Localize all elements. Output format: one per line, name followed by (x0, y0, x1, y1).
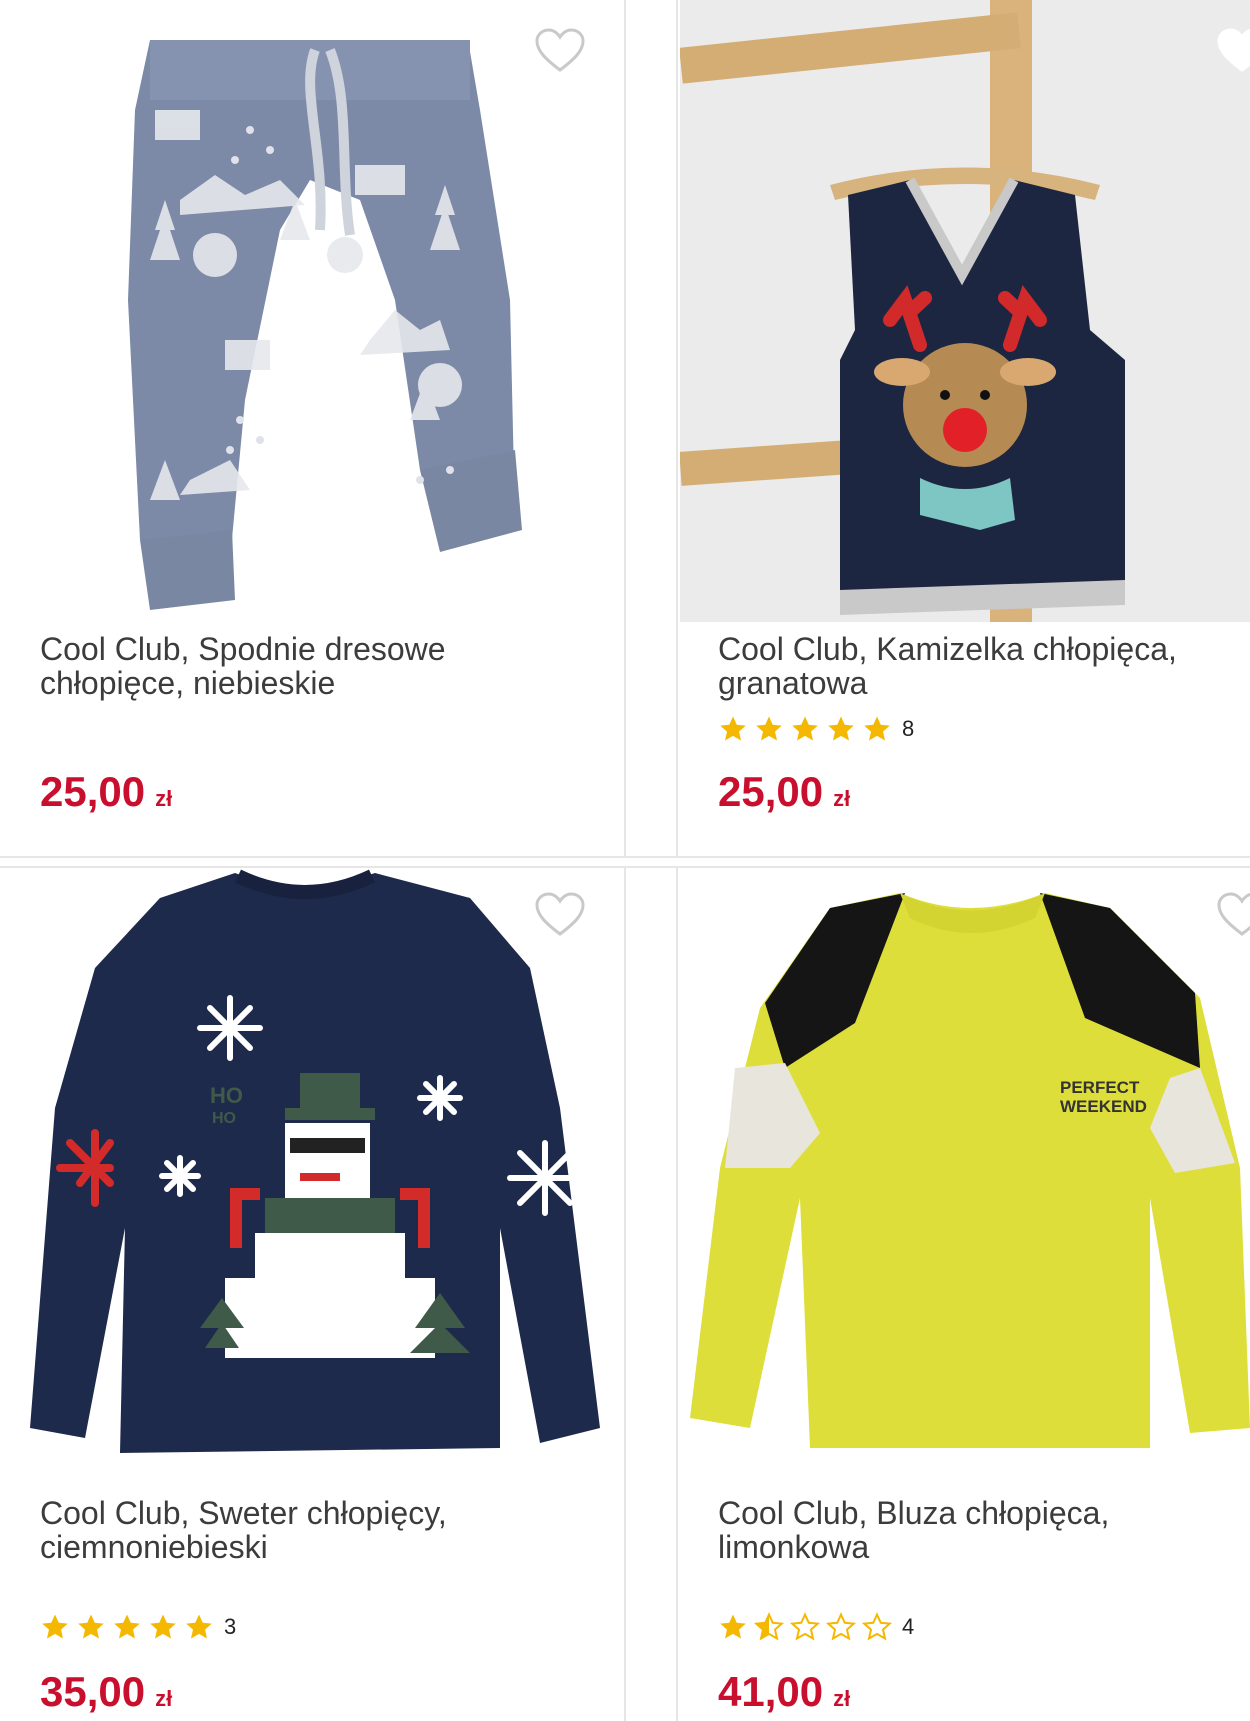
star-full-icon (150, 1614, 176, 1639)
price-currency: zł (155, 786, 173, 811)
product-card[interactable]: HO HO Cool Club, Sweter chłopięcy, ciemn… (0, 868, 624, 1721)
star-empty-icon (790, 1612, 820, 1641)
product-title-line: Cool Club, Sweter chłopięcy, (40, 1495, 447, 1531)
product-card[interactable]: Cool Club, Spodnie dresowe chłopięce, ni… (0, 0, 624, 856)
star-empty-icon (862, 1612, 892, 1641)
product-price: 35,00 zł (40, 1668, 172, 1716)
product-rating: 3 (40, 1610, 236, 1644)
star-full-icon (792, 716, 818, 741)
product-image[interactable]: PERFECT WEEKEND (680, 868, 1250, 1468)
star-full-icon (720, 716, 746, 741)
price-currency: zł (155, 1686, 173, 1711)
price-amount: 35,00 (40, 1668, 146, 1715)
heart-icon[interactable] (534, 892, 586, 938)
product-rating: 4 (718, 1610, 914, 1644)
product-title-line: limonkowa (718, 1529, 870, 1565)
star-full-icon (720, 1614, 746, 1639)
print-text: WEEKEND (1060, 1097, 1147, 1116)
product-title-line: granatowa (718, 665, 868, 701)
product-card[interactable]: Cool Club, Kamizelka chłopięca, granatow… (680, 0, 1250, 856)
heart-icon[interactable] (534, 28, 586, 74)
product-rating: 8 (718, 712, 914, 746)
star-full-icon (78, 1614, 104, 1639)
product-price: 25,00 zł (718, 768, 850, 816)
product-price: 41,00 zł (718, 1668, 850, 1716)
row-divider (0, 856, 1250, 868)
heart-icon[interactable] (1216, 28, 1250, 74)
star-empty-icon (826, 1612, 856, 1641)
star-full-icon (756, 716, 782, 741)
review-count: 4 (902, 1614, 915, 1639)
svg-text:HO: HO (212, 1110, 236, 1127)
price-amount: 25,00 (40, 768, 146, 815)
heart-icon[interactable] (1216, 892, 1250, 938)
review-count: 3 (224, 1614, 237, 1639)
svg-text:HO: HO (210, 1083, 243, 1108)
product-title[interactable]: Cool Club, Spodnie dresowe chłopięce, ni… (40, 632, 446, 700)
product-title[interactable]: Cool Club, Bluza chłopięca, limonkowa (718, 1496, 1109, 1564)
star-half-icon (754, 1612, 784, 1641)
price-amount: 41,00 (718, 1668, 824, 1715)
product-price: 25,00 zł (40, 768, 172, 816)
star-full-icon (114, 1614, 140, 1639)
star-full-icon (186, 1614, 212, 1639)
product-image[interactable] (0, 0, 624, 622)
product-title[interactable]: Cool Club, Kamizelka chłopięca, granatow… (718, 632, 1177, 700)
price-currency: zł (833, 786, 851, 811)
review-count: 8 (902, 716, 915, 741)
price-currency: zł (833, 1686, 851, 1711)
star-full-icon (864, 716, 890, 741)
price-amount: 25,00 (718, 768, 824, 815)
product-title-line: ciemnoniebieski (40, 1529, 268, 1565)
product-title-line: Cool Club, Bluza chłopięca, (718, 1495, 1110, 1531)
product-title-line: chłopięce, niebieskie (40, 665, 336, 701)
product-image[interactable]: HO HO (0, 868, 624, 1468)
product-title-line: Cool Club, Spodnie dresowe (40, 631, 446, 667)
star-full-icon (42, 1614, 68, 1639)
star-full-icon (828, 716, 854, 741)
product-title[interactable]: Cool Club, Sweter chłopięcy, ciemnoniebi… (40, 1496, 447, 1564)
product-grid: Cool Club, Spodnie dresowe chłopięce, ni… (0, 0, 1250, 1721)
product-card[interactable]: PERFECT WEEKEND Cool Club, Bluza chłopię… (680, 868, 1250, 1721)
product-image[interactable] (680, 0, 1250, 622)
product-title-line: Cool Club, Kamizelka chłopięca, (718, 631, 1177, 667)
print-text: PERFECT (1060, 1078, 1140, 1097)
